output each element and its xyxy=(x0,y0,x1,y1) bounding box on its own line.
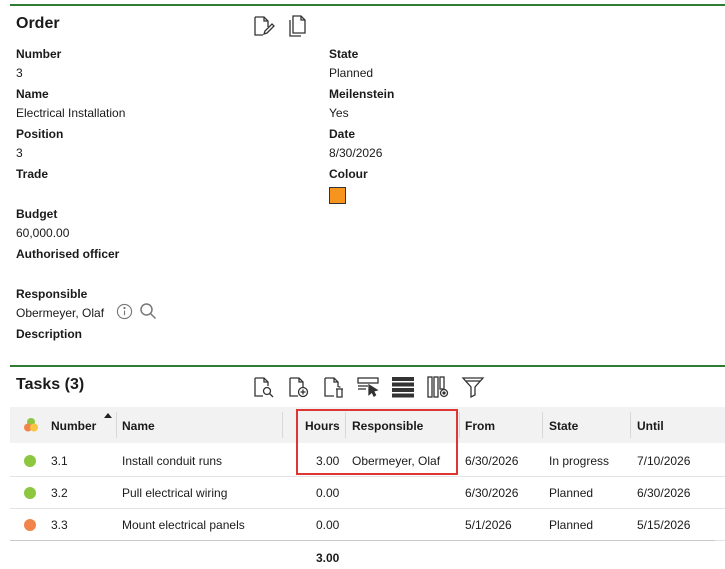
edit-document-icon[interactable] xyxy=(250,13,276,39)
search-icon[interactable] xyxy=(139,302,157,320)
task-number: 3.3 xyxy=(51,518,68,532)
view-document-icon[interactable] xyxy=(250,374,276,400)
column-separator xyxy=(542,412,543,438)
filter-icon[interactable] xyxy=(460,374,486,400)
trade-label: Trade xyxy=(16,167,49,181)
task-until: 5/15/2026 xyxy=(637,518,691,532)
description-label: Description xyxy=(16,327,83,341)
date-label: Date xyxy=(329,127,356,141)
task-until: 7/10/2026 xyxy=(637,454,691,468)
column-separator xyxy=(459,412,460,438)
column-separator xyxy=(345,412,346,438)
tasks-section-divider xyxy=(10,365,725,367)
task-state: Planned xyxy=(549,518,594,532)
authorised-officer-label: Authorised officer xyxy=(16,247,120,261)
delete-document-icon[interactable] xyxy=(320,374,346,400)
task-from: 5/1/2026 xyxy=(465,518,512,532)
responsible-label: Responsible xyxy=(16,287,88,301)
col-header-hours[interactable]: Hours xyxy=(305,419,340,433)
name-label: Name xyxy=(16,87,49,101)
position-value: 3 xyxy=(16,146,23,160)
status-dot xyxy=(24,455,36,467)
budget-value: 60,000.00 xyxy=(16,226,70,240)
colour-swatch xyxy=(329,187,346,204)
task-state: In progress xyxy=(549,454,610,468)
col-header-responsible[interactable]: Responsible xyxy=(352,419,423,433)
col-header-number[interactable]: Number xyxy=(51,419,96,433)
position-label: Position xyxy=(16,127,64,141)
task-name: Install conduit runs xyxy=(122,454,223,468)
order-section-title: Order xyxy=(16,15,60,32)
total-divider xyxy=(10,540,715,541)
add-document-icon[interactable] xyxy=(285,374,311,400)
task-state: Planned xyxy=(549,486,594,500)
number-value: 3 xyxy=(16,66,23,80)
copy-document-icon[interactable] xyxy=(284,13,310,39)
name-value: Electrical Installation xyxy=(16,106,126,120)
tasks-section-title: Tasks (3) xyxy=(16,376,85,393)
rows-icon[interactable] xyxy=(390,374,416,400)
task-name: Pull electrical wiring xyxy=(122,486,228,500)
column-separator xyxy=(282,412,283,438)
status-dot xyxy=(24,519,36,531)
select-cursor-icon[interactable] xyxy=(355,374,381,400)
state-value: Planned xyxy=(329,66,374,80)
budget-label: Budget xyxy=(16,207,58,221)
order-section-divider xyxy=(10,4,725,6)
task-name: Mount electrical panels xyxy=(122,518,245,532)
info-icon[interactable] xyxy=(116,303,133,320)
task-until: 6/30/2026 xyxy=(637,486,691,500)
task-from: 6/30/2026 xyxy=(465,454,519,468)
number-label: Number xyxy=(16,47,62,61)
meilenstein-value: Yes xyxy=(329,106,349,120)
order-toolbar xyxy=(250,13,310,39)
task-from: 6/30/2026 xyxy=(465,486,519,500)
col-header-until[interactable]: Until xyxy=(637,419,664,433)
col-header-state[interactable]: State xyxy=(549,419,578,433)
status-legend-icon xyxy=(23,417,39,433)
table-row[interactable] xyxy=(10,509,725,541)
total-hours: 3.00 xyxy=(316,551,340,565)
task-hours: 0.00 xyxy=(316,518,340,532)
task-number: 3.1 xyxy=(51,454,68,468)
responsible-actions xyxy=(116,302,157,320)
status-dot xyxy=(24,487,36,499)
col-header-name[interactable]: Name xyxy=(122,419,155,433)
sort-ascending-icon xyxy=(104,413,112,418)
date-value: 8/30/2026 xyxy=(329,146,383,160)
column-separator xyxy=(116,412,117,438)
task-number: 3.2 xyxy=(51,486,68,500)
colour-label: Colour xyxy=(329,167,368,181)
col-header-from[interactable]: From xyxy=(465,419,495,433)
task-hours: 3.00 xyxy=(316,454,340,468)
task-hours: 0.00 xyxy=(316,486,340,500)
task-responsible: Obermeyer, Olaf xyxy=(352,454,441,468)
responsible-value: Obermeyer, Olaf xyxy=(16,306,105,320)
column-separator xyxy=(630,412,631,438)
columns-settings-icon[interactable] xyxy=(425,374,451,400)
tasks-toolbar xyxy=(250,374,486,400)
table-row[interactable] xyxy=(10,477,725,509)
state-label: State xyxy=(329,47,359,61)
meilenstein-label: Meilenstein xyxy=(329,87,395,101)
